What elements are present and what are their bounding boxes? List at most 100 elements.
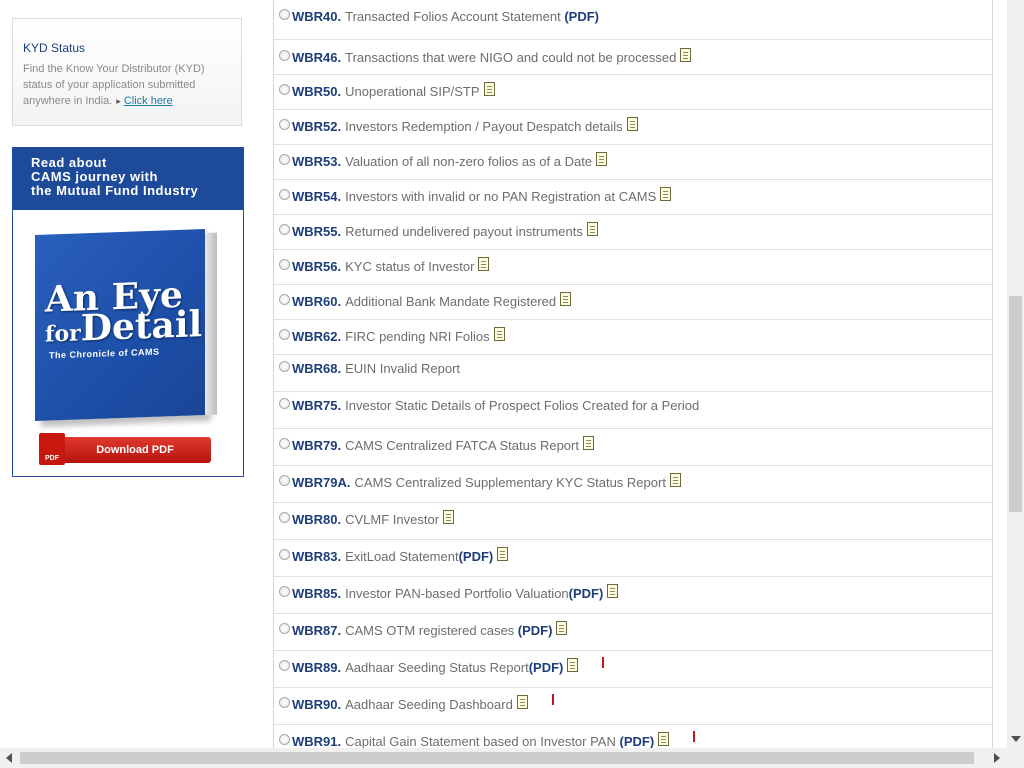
book-title-line2: Detail bbox=[80, 303, 203, 350]
report-radio-button[interactable] bbox=[279, 660, 290, 671]
report-row[interactable]: WBR89. Aadhaar Seeding Status Report (PDF) bbox=[274, 651, 992, 688]
new-marker-icon bbox=[551, 694, 554, 705]
document-icon[interactable] bbox=[443, 510, 455, 524]
report-row[interactable]: WBR56. KYC status of Investor bbox=[274, 250, 992, 285]
book-title-for: for bbox=[45, 320, 81, 348]
document-icon[interactable] bbox=[560, 292, 572, 306]
report-radio-button[interactable] bbox=[279, 9, 290, 20]
report-title: ExitLoad Statement bbox=[345, 549, 459, 564]
document-icon[interactable] bbox=[626, 117, 638, 131]
report-radio-button[interactable] bbox=[279, 398, 290, 409]
report-row[interactable]: WBR53. Valuation of all non-zero folios a… bbox=[274, 145, 992, 180]
document-icon[interactable] bbox=[607, 584, 619, 598]
scroll-left-arrow-icon[interactable] bbox=[6, 753, 12, 763]
document-icon[interactable] bbox=[516, 695, 528, 709]
report-row[interactable]: WBR80. CVLMF Investor bbox=[274, 503, 992, 540]
report-title: KYC status of Investor bbox=[345, 259, 475, 274]
report-row[interactable]: WBR40. Transacted Folios Account Statemen… bbox=[274, 0, 992, 40]
document-icon[interactable] bbox=[586, 222, 598, 236]
report-label: WBR50. Unoperational SIP/STP bbox=[292, 82, 495, 99]
scroll-right-arrow-icon[interactable] bbox=[994, 753, 1000, 763]
report-title: FIRC pending NRI Folios bbox=[345, 329, 490, 344]
promo-heading-line1: Read about bbox=[31, 155, 107, 170]
report-title: Unoperational SIP/STP bbox=[345, 84, 480, 99]
report-radio-button[interactable] bbox=[279, 50, 290, 61]
report-label: WBR68. EUIN Invalid Report bbox=[292, 361, 460, 376]
report-radio-button[interactable] bbox=[279, 734, 290, 745]
report-pdf-link[interactable]: (PDF) bbox=[569, 586, 604, 601]
report-row[interactable]: WBR79A. CAMS Centralized Supplementary KY… bbox=[274, 466, 992, 503]
horizontal-scrollbar[interactable] bbox=[0, 748, 1024, 768]
report-row[interactable]: WBR87. CAMS OTM registered cases (PDF) bbox=[274, 614, 992, 651]
report-title: Aadhaar Seeding Status Report bbox=[345, 660, 529, 675]
report-row[interactable]: WBR54. Investors with invalid or no PAN R… bbox=[274, 180, 992, 215]
report-radio-button[interactable] bbox=[279, 586, 290, 597]
document-icon[interactable] bbox=[556, 621, 568, 635]
report-row[interactable]: WBR68. EUIN Invalid Report bbox=[274, 355, 992, 392]
report-radio-button[interactable] bbox=[279, 697, 290, 708]
kyd-description-text: Find the Know Your Distributor (KYD) sta… bbox=[23, 63, 205, 107]
report-radio-button[interactable] bbox=[279, 259, 290, 270]
report-label: WBR46. Transactions that were NIGO and co… bbox=[292, 48, 692, 65]
document-icon[interactable] bbox=[582, 436, 594, 450]
report-radio-button[interactable] bbox=[279, 361, 290, 372]
kyd-click-here-link[interactable]: Click here bbox=[124, 95, 173, 107]
report-radio-button[interactable] bbox=[279, 224, 290, 235]
report-row[interactable]: WBR79. CAMS Centralized FATCA Status Repo… bbox=[274, 429, 992, 466]
scroll-down-arrow-icon[interactable] bbox=[1011, 736, 1021, 742]
report-row[interactable]: WBR50. Unoperational SIP/STP bbox=[274, 75, 992, 110]
report-pdf-link[interactable]: (PDF) bbox=[514, 623, 553, 638]
report-radio-button[interactable] bbox=[279, 189, 290, 200]
report-code: WBR80. bbox=[292, 512, 342, 527]
report-row[interactable]: WBR55. Returned undelivered payout instru… bbox=[274, 215, 992, 250]
report-radio-button[interactable] bbox=[279, 475, 290, 486]
report-list: WBR40. Transacted Folios Account Statemen… bbox=[273, 0, 993, 748]
document-icon[interactable] bbox=[596, 152, 608, 166]
report-row[interactable]: WBR60. Additional Bank Mandate Registered bbox=[274, 285, 992, 320]
report-row[interactable]: WBR52. Investors Redemption / Payout Desp… bbox=[274, 110, 992, 145]
document-icon[interactable] bbox=[493, 327, 505, 341]
vertical-scrollbar[interactable] bbox=[1007, 0, 1024, 748]
report-radio-button[interactable] bbox=[279, 512, 290, 523]
report-row[interactable]: WBR75. Investor Static Details of Prospec… bbox=[274, 392, 992, 429]
report-row[interactable]: WBR90. Aadhaar Seeding Dashboard bbox=[274, 688, 992, 725]
report-radio-button[interactable] bbox=[279, 329, 290, 340]
report-radio-button[interactable] bbox=[279, 154, 290, 165]
report-label: WBR83. ExitLoad Statement (PDF) bbox=[292, 547, 509, 564]
report-radio-button[interactable] bbox=[279, 84, 290, 95]
document-icon[interactable] bbox=[478, 257, 490, 271]
report-radio-button[interactable] bbox=[279, 294, 290, 305]
report-radio-button[interactable] bbox=[279, 623, 290, 634]
report-pdf-link[interactable]: (PDF) bbox=[616, 734, 654, 748]
report-radio-button[interactable] bbox=[279, 119, 290, 130]
report-row[interactable]: WBR62. FIRC pending NRI Folios bbox=[274, 320, 992, 355]
report-label: WBR89. Aadhaar Seeding Status Report (PDF) bbox=[292, 657, 605, 675]
report-label: WBR85. Investor PAN-based Portfolio Valua… bbox=[292, 584, 619, 601]
horizontal-scroll-thumb[interactable] bbox=[20, 752, 974, 764]
report-pdf-link[interactable]: (PDF) bbox=[459, 549, 494, 564]
report-row[interactable]: WBR46. Transactions that were NIGO and co… bbox=[274, 40, 992, 75]
report-code: WBR75. bbox=[292, 398, 342, 413]
document-icon[interactable] bbox=[669, 473, 681, 487]
report-row[interactable]: WBR83. ExitLoad Statement (PDF) bbox=[274, 540, 992, 577]
report-label: WBR79. CAMS Centralized FATCA Status Repo… bbox=[292, 436, 594, 453]
report-title: Transacted Folios Account Statement bbox=[345, 9, 561, 24]
document-icon[interactable] bbox=[660, 187, 672, 201]
document-icon[interactable] bbox=[567, 658, 579, 672]
vertical-scroll-thumb[interactable] bbox=[1009, 296, 1022, 512]
report-radio-button[interactable] bbox=[279, 438, 290, 449]
cams-journey-promo[interactable]: Read about CAMS journey with the Mutual … bbox=[12, 147, 244, 477]
report-title: CAMS OTM registered cases bbox=[345, 623, 515, 638]
document-icon[interactable] bbox=[483, 82, 495, 96]
report-radio-button[interactable] bbox=[279, 549, 290, 560]
document-icon[interactable] bbox=[658, 732, 670, 746]
report-label: WBR60. Additional Bank Mandate Registered bbox=[292, 292, 572, 309]
report-row[interactable]: WBR85. Investor PAN-based Portfolio Valua… bbox=[274, 577, 992, 614]
report-code: WBR90. bbox=[292, 697, 342, 712]
download-pdf-button[interactable]: PDF Download PDF bbox=[39, 433, 211, 465]
report-pdf-link[interactable]: (PDF) bbox=[561, 9, 599, 24]
document-icon[interactable] bbox=[680, 48, 692, 62]
report-row[interactable]: WBR91. Capital Gain Statement based on In… bbox=[274, 725, 992, 748]
document-icon[interactable] bbox=[497, 547, 509, 561]
report-pdf-link[interactable]: (PDF) bbox=[529, 660, 564, 675]
